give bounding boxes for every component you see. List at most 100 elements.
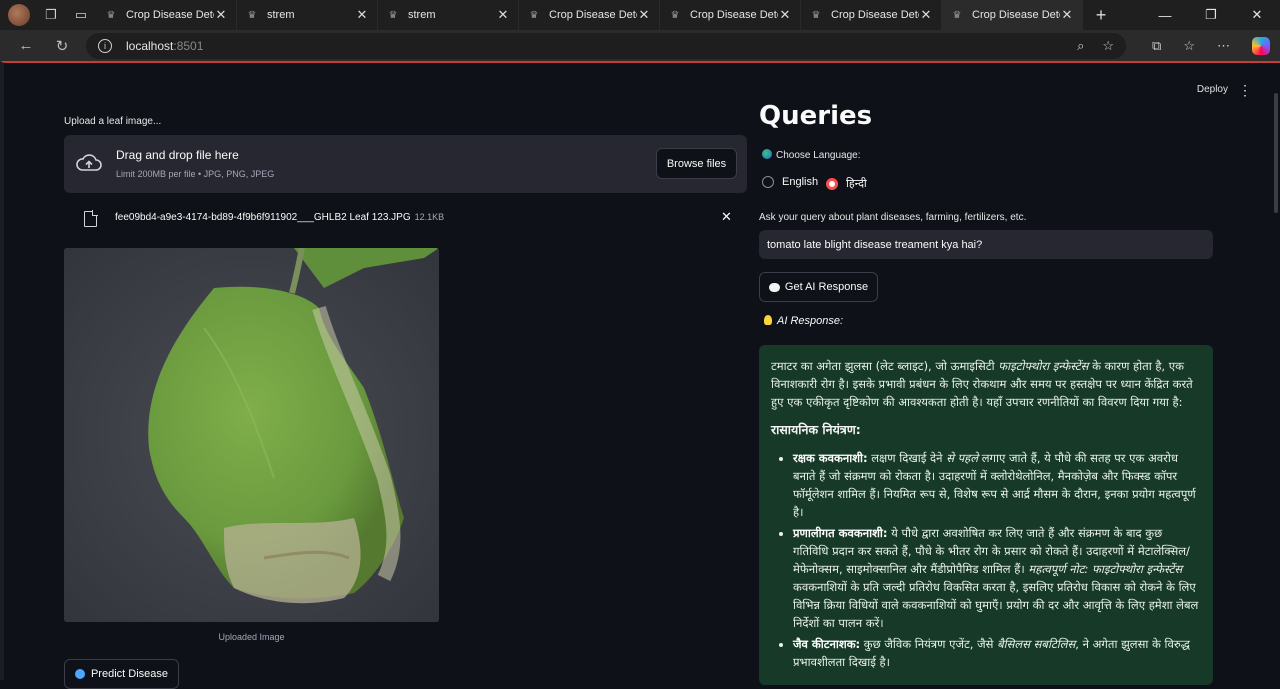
cloud-upload-icon (76, 154, 102, 171)
intro-italic: फाइटोफ्थोरा इन्फेस्टेंस (998, 359, 1089, 373)
dropzone-limit-text: Limit 200MB per file • JPG, PNG, JPEG (116, 169, 275, 179)
close-tab-icon[interactable]: ✕ (778, 7, 792, 23)
image-caption: Uploaded Image (218, 632, 285, 642)
tab-title: Crop Disease Detecti (126, 9, 214, 21)
url-port: :8501 (173, 39, 204, 53)
tab-title: Crop Disease Detecti (690, 9, 778, 21)
browse-files-button[interactable]: Browse files (656, 148, 737, 179)
streamlit-favicon-icon: ♛ (388, 9, 398, 21)
streamlit-favicon-icon: ♛ (106, 9, 116, 21)
radio-circle-selected[interactable] (826, 177, 838, 190)
tab-title: Crop Disease Detecti (972, 9, 1060, 21)
collections-icon[interactable]: ❐ (36, 0, 66, 30)
zoom-icon[interactable]: ⌕ (1077, 38, 1084, 54)
get-ai-response-label: Get AI Response (784, 281, 869, 293)
favorite-star-icon[interactable]: ☆ (1102, 38, 1114, 54)
remove-file-icon[interactable]: ✕ (721, 209, 732, 225)
url-host: localhost (126, 39, 174, 53)
item-title: जैव कीटनाशक: (793, 637, 861, 651)
close-tab-icon[interactable]: ✕ (1060, 7, 1074, 23)
browser-tab[interactable]: ♛ strem ✕ (378, 0, 519, 30)
maximize-icon[interactable]: ❐ (1188, 0, 1234, 30)
radio-english[interactable]: English (762, 176, 818, 188)
item-italic: से पहले (946, 451, 979, 465)
radio-label: हिन्दी (846, 178, 867, 190)
upload-label: Upload a leaf image... (64, 116, 162, 127)
refresh-icon[interactable]: ↻ (44, 37, 80, 55)
intro-text: टमाटर का अगेता झुलसा (लेट ब्लाइट), जो ऊम… (771, 359, 999, 373)
browser-tab[interactable]: ♛ Crop Disease Detecti✕ (519, 0, 660, 30)
radio-label: English (782, 176, 819, 188)
file-size: 12.1KB (414, 212, 445, 222)
more-menu-icon[interactable]: ⋯ (1217, 38, 1230, 54)
streamlit-favicon-icon: ♛ (952, 9, 962, 21)
query-input[interactable]: tomato late blight disease treament kya … (759, 230, 1213, 259)
close-window-icon[interactable]: ✕ (1234, 0, 1280, 30)
scrollbar[interactable] (1274, 93, 1278, 213)
back-icon[interactable]: ← (8, 37, 44, 54)
new-tab-icon[interactable]: + (1083, 5, 1119, 26)
item-title: प्रणालीगत कवकनाशी: (793, 526, 888, 540)
uploaded-leaf-image (64, 248, 439, 622)
browser-tab[interactable]: ♛ Crop Disease Detecti✕ (96, 0, 237, 30)
tab-title: strem (408, 9, 436, 21)
streamlit-favicon-icon: ♛ (670, 9, 680, 21)
ai-response-label-text: AI Response: (777, 315, 844, 327)
response-intro: टमाटर का अगेता झुलसा (लेट ब्लाइट), जो ऊम… (771, 357, 1201, 411)
main-menu-icon[interactable]: ⋮ (1238, 82, 1252, 99)
speech-bubble-icon (768, 282, 780, 292)
site-info-icon[interactable]: i (98, 39, 112, 53)
item-italic: बैसिलस सबटिलिस (997, 637, 1076, 651)
treatment-list: रक्षक कवकनाशी: लक्षण दिखाई देने से पहले … (771, 449, 1201, 671)
streamlit-favicon-icon: ♛ (529, 9, 539, 21)
language-label: Choose Language: (762, 149, 861, 161)
radio-circle[interactable] (762, 176, 774, 188)
browser-tab-strip: ❐ ▭ ♛Crop Disease Detecti✕ ♛strem✕ ♛stre… (0, 0, 1280, 30)
section-heading: रासायनिक नियंत्रण: (771, 422, 861, 437)
leaf-photo (64, 248, 439, 622)
address-bar[interactable]: i localhost:8501 ⌕ ☆ (86, 33, 1126, 59)
streamlit-favicon-icon: ♛ (811, 9, 821, 21)
close-tab-icon[interactable]: ✕ (637, 7, 651, 23)
predict-disease-button[interactable]: Predict Disease (64, 659, 179, 689)
file-name-text: fee09bd4-a9e3-4174-bd89-4f9b6f911902___G… (115, 212, 411, 223)
queries-heading: Queries (759, 101, 873, 131)
item-text: कुछ जैविक नियंत्रण एजेंट, जैसे (860, 637, 998, 651)
browser-toolbar: ← ↻ i localhost:8501 ⌕ ☆ ⧉ ☆ ⋯ (0, 30, 1280, 61)
file-dropzone[interactable]: Drag and drop file here Limit 200MB per … (64, 135, 747, 193)
deploy-button[interactable]: Deploy (1197, 84, 1228, 95)
close-tab-icon[interactable]: ✕ (919, 7, 933, 23)
list-item: रक्षक कवकनाशी: लक्षण दिखाई देने से पहले … (793, 449, 1201, 521)
favorites-icon[interactable]: ☆ (1183, 38, 1195, 54)
ai-response-label: AI Response: (764, 315, 843, 327)
tab-title: Crop Disease Detecti (549, 9, 637, 21)
list-item: जैव कीटनाशक: कुछ जैविक नियंत्रण एजेंट, ज… (793, 635, 1201, 671)
radio-hindi[interactable]: हिन्दी (826, 176, 867, 191)
tab-actions-icon[interactable]: ▭ (66, 0, 96, 30)
copilot-icon[interactable] (1252, 36, 1270, 55)
ai-response-box: टमाटर का अगेता झुलसा (लेट ब्लाइट), जो ऊम… (759, 345, 1213, 685)
browser-tab[interactable]: ♛ Crop Disease Detecti✕ (801, 0, 942, 30)
predict-button-label: Predict Disease (90, 668, 169, 680)
browser-tab[interactable]: ♛ strem ✕ (237, 0, 378, 30)
minimize-icon[interactable]: — (1142, 0, 1188, 30)
lightbulb-icon (764, 315, 772, 325)
close-tab-icon[interactable]: ✕ (214, 7, 228, 23)
streamlit-favicon-icon: ♛ (247, 9, 257, 21)
close-tab-icon[interactable]: ✕ (496, 7, 510, 23)
streamlit-app: Deploy ⋮ Upload a leaf image... Drag and… (0, 61, 1280, 689)
globe-icon (762, 149, 772, 159)
item-italic: महत्वपूर्ण नोट: फाइटोफ्थोरा इन्फेस्टेंस (1028, 562, 1183, 576)
close-tab-icon[interactable]: ✕ (355, 7, 369, 23)
extensions-icon[interactable]: ⧉ (1152, 38, 1161, 54)
get-ai-response-button[interactable]: Get AI Response (759, 272, 878, 302)
magnifier-icon (74, 669, 85, 679)
query-label: Ask your query about plant diseases, far… (759, 212, 1027, 223)
browser-tab-active[interactable]: ♛ Crop Disease Detecti✕ (942, 0, 1083, 30)
dropzone-title: Drag and drop file here (116, 148, 239, 162)
language-label-text: Choose Language: (776, 150, 861, 161)
profile-avatar[interactable] (8, 4, 30, 26)
url-text: localhost:8501 (126, 39, 203, 53)
browser-tab[interactable]: ♛ Crop Disease Detecti✕ (660, 0, 801, 30)
window-controls: — ❐ ✕ (1142, 0, 1280, 30)
